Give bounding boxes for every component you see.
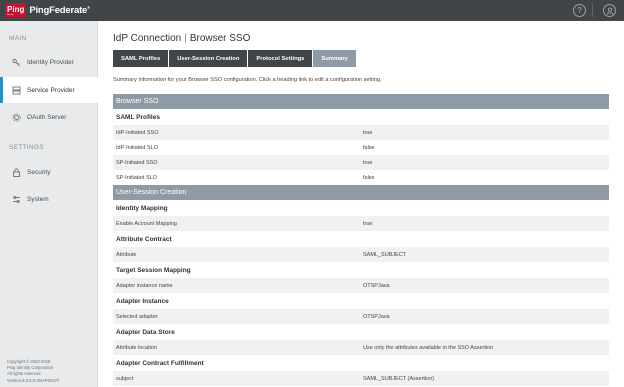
top-bar: Ping Identity PingFederate® ? bbox=[0, 0, 624, 21]
table-row: Attribute SAML_SUBJECT bbox=[113, 247, 609, 262]
group-title-adapter-contract-fulfillment[interactable]: Adapter Contract Fulfillment bbox=[113, 355, 609, 371]
row-key: Adapter instance name bbox=[116, 282, 173, 289]
group-title-saml-profiles[interactable]: SAML Profiles bbox=[113, 109, 609, 125]
group-title-adapter-instance[interactable]: Adapter Instance bbox=[113, 293, 609, 309]
table-row: IdP-Initiated SSO true bbox=[113, 125, 609, 140]
lock-icon bbox=[12, 168, 21, 177]
tab-protocol-settings[interactable]: Protocol Settings bbox=[248, 50, 313, 67]
row-key: SP-Initiated SLO bbox=[116, 174, 157, 181]
row-value: OTSPJava bbox=[363, 282, 390, 289]
version-line: Version 9.3.0.5-SNAPSHOT bbox=[7, 377, 60, 383]
group-title-identity-mapping[interactable]: Identity Mapping bbox=[113, 200, 609, 216]
sidebar-item-identity-provider[interactable]: Identity Provider bbox=[0, 49, 98, 75]
tab-summary[interactable]: Summary bbox=[313, 50, 356, 67]
sidebar-item-label: Identity Provider bbox=[27, 58, 74, 66]
row-value: false bbox=[363, 174, 375, 181]
help-icon[interactable]: ? bbox=[573, 4, 586, 17]
row-value: SAML_SUBJECT bbox=[363, 251, 407, 258]
key-icon bbox=[12, 58, 21, 67]
table-row: subject SAML_SUBJECT (Assertion) bbox=[113, 371, 609, 386]
sidebar-item-label: Service Provider bbox=[27, 86, 75, 94]
user-icon[interactable] bbox=[603, 4, 616, 17]
table-row: Adapter instance name OTSPJava bbox=[113, 278, 609, 293]
group-title-adapter-data-store[interactable]: Adapter Data Store bbox=[113, 324, 609, 340]
sidebar-item-security[interactable]: Security bbox=[0, 159, 98, 185]
sliders-icon bbox=[12, 195, 21, 204]
row-key: Attribute bbox=[116, 251, 137, 258]
row-value: true bbox=[363, 220, 373, 227]
settings-section-label: SETTINGS bbox=[9, 144, 44, 151]
pingfederate-logo[interactable]: Ping Identity PingFederate® bbox=[5, 3, 90, 18]
row-key: subject bbox=[116, 375, 134, 382]
badge-text: Ping bbox=[7, 4, 25, 14]
page-description: Summary information for your Browser SSO… bbox=[113, 77, 382, 83]
row-value: false bbox=[363, 144, 375, 151]
table-row: Selected adapter OTSPJava bbox=[113, 309, 609, 324]
page-title-right: Browser SSO bbox=[189, 33, 251, 44]
sidebar-item-oauth-server[interactable]: OAuth Server bbox=[0, 104, 98, 130]
ping-identity-badge: Ping Identity bbox=[5, 3, 27, 18]
sidebar-item-label: Security bbox=[27, 168, 51, 176]
gear-cog-icon bbox=[12, 113, 21, 122]
sidebar: MAIN Identity Provider Service Provider … bbox=[0, 21, 99, 387]
sidebar-item-label: OAuth Server bbox=[27, 113, 67, 121]
header-divider bbox=[592, 4, 593, 17]
page-title: IdP Connection | Browser SSO bbox=[113, 33, 250, 44]
section-header-user-session-creation[interactable]: User-Session Creation bbox=[113, 185, 609, 200]
row-value: OTSPJava bbox=[363, 313, 390, 320]
wizard-tabs: SAML Profiles User-Session Creation Prot… bbox=[113, 50, 357, 67]
table-row: Enable Account Mapping true bbox=[113, 216, 609, 231]
table-row: SP-Initiated SSO true bbox=[113, 155, 609, 170]
product-name-text: PingFederate bbox=[29, 5, 88, 17]
row-key: Enable Account Mapping bbox=[116, 220, 177, 227]
main-section-label: MAIN bbox=[9, 35, 27, 42]
table-row: SP-Initiated SLO false bbox=[113, 170, 609, 185]
sidebar-item-system[interactable]: System bbox=[0, 186, 98, 212]
sidebar-footer: Copyright © 2003-2019 Ping Identity Corp… bbox=[7, 359, 59, 384]
row-value: SAML_SUBJECT (Assertion) bbox=[363, 375, 435, 382]
summary-table: Browser SSO SAML Profiles IdP-Initiated … bbox=[113, 94, 609, 386]
row-value: true bbox=[363, 129, 373, 136]
row-key: SP-Initiated SSO bbox=[116, 159, 158, 166]
section-header-browser-sso[interactable]: Browser SSO bbox=[113, 94, 609, 109]
group-title-target-session-mapping[interactable]: Target Session Mapping bbox=[113, 262, 609, 278]
table-row: Attribute location Use only the attribut… bbox=[113, 340, 609, 355]
badge-subtext: Identity bbox=[7, 13, 14, 16]
title-separator: | bbox=[184, 33, 187, 44]
row-value: Use only the attributes available in the… bbox=[363, 344, 494, 351]
row-value: true bbox=[363, 159, 373, 166]
sidebar-item-service-provider[interactable]: Service Provider bbox=[0, 77, 99, 103]
row-key: IdP-Initiated SLO bbox=[116, 144, 158, 151]
row-key: IdP-Initiated SSO bbox=[116, 129, 159, 136]
row-key: Attribute location bbox=[116, 344, 157, 351]
group-title-attribute-contract[interactable]: Attribute Contract bbox=[113, 231, 609, 247]
row-key: Selected adapter bbox=[116, 313, 158, 320]
sidebar-item-label: System bbox=[27, 195, 49, 203]
registered-mark: ® bbox=[87, 4, 90, 10]
server-icon bbox=[12, 86, 21, 95]
page-title-left: IdP Connection bbox=[113, 33, 182, 44]
product-name: PingFederate® bbox=[29, 5, 90, 16]
tab-saml-profiles[interactable]: SAML Profiles bbox=[113, 50, 169, 67]
table-row: IdP-Initiated SLO false bbox=[113, 140, 609, 155]
tab-user-session-creation[interactable]: User-Session Creation bbox=[169, 50, 248, 67]
